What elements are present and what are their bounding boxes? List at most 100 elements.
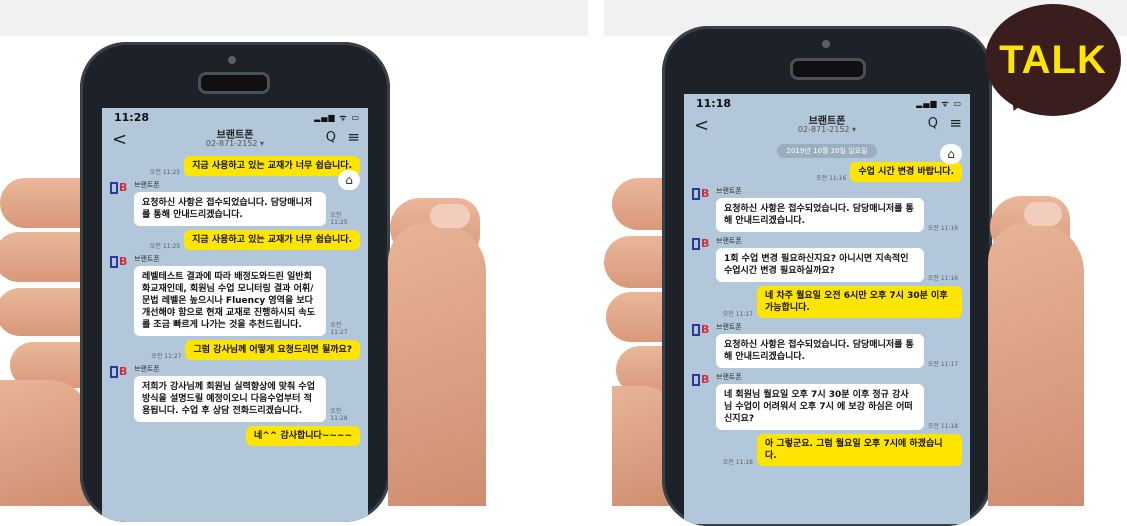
avatar-box-shape bbox=[692, 324, 700, 336]
received-message: B 브랜트폰레벨테스트 결과에 따라 배정도와드린 일반회화교재인데, 회원님 수… bbox=[110, 254, 360, 336]
received-message: B 브랜트폰요청하신 사항은 접수되었습니다. 담당매니저를 통해 안내드리겠습니… bbox=[692, 322, 962, 368]
avatar-letter-shape: B bbox=[701, 187, 710, 200]
status-icons: ▂▄▆ ᯤ ▭ bbox=[916, 98, 962, 108]
sent-message: 오전 11:17 네 차주 월요일 오전 6시만 오후 7시 30분 이후 가능합… bbox=[692, 286, 962, 318]
avatar-letter-shape: B bbox=[119, 181, 128, 194]
right-phone-speaker bbox=[790, 58, 866, 80]
sent-message: 네^^ 감사합니다~~~~ bbox=[110, 426, 360, 446]
sent-bubble[interactable]: 지금 사용하고 있는 교재가 너무 쉽습니다. bbox=[184, 230, 360, 250]
left-phone-camera bbox=[228, 56, 236, 64]
left-message-list: ⌂ 오전 11:25 지금 사용하고 있는 교재가 너무 쉽습니다. B 브랜트폰 요청… bbox=[102, 156, 368, 446]
logo-speech-tail bbox=[1004, 88, 1032, 116]
brand-avatar-icon[interactable]: B bbox=[110, 254, 130, 270]
left-phone-speaker bbox=[198, 72, 270, 94]
sent-bubble[interactable]: 그럼 강사님께 어떻게 요청드리면 될까요? bbox=[185, 340, 360, 360]
avatar-box-shape bbox=[110, 256, 118, 268]
message-body: 브랜트폰요청하신 사항은 접수되었습니다. 담당매니저를 통해 안내드리겠습니다… bbox=[134, 180, 360, 226]
message-line: 네 회원님 월요일 오후 7시 30분 이후 정규 강사님 수업이 어려워서 오… bbox=[716, 384, 962, 430]
received-bubble[interactable]: 1회 수업 변경 필요하신지요? 아니시면 지속적인 수업시간 변경 필요하실까… bbox=[716, 248, 924, 282]
right-thumb-nail bbox=[1024, 202, 1062, 226]
avatar-letter-shape: B bbox=[119, 255, 128, 268]
sender-name: 브랜트폰 bbox=[716, 373, 742, 381]
avatar-box-shape bbox=[692, 374, 700, 386]
avatar-letter-shape: B bbox=[119, 365, 128, 378]
message-line: 요청하신 사항은 접수되었습니다. 담당매니저를 통해 안내드리겠습니다. 오전 … bbox=[134, 192, 360, 226]
avatar-letter-shape: B bbox=[701, 237, 710, 250]
message-time: 오전 11:27 bbox=[330, 322, 348, 336]
message-time: 오전 11:16 bbox=[816, 175, 847, 182]
home-icon[interactable]: ⌂ bbox=[940, 144, 962, 164]
menu-icon[interactable]: ≡ bbox=[949, 114, 962, 132]
status-time: 11:28 bbox=[114, 110, 150, 124]
sender-name: 브랜트폰 bbox=[134, 365, 160, 373]
left-thumb-nail bbox=[430, 204, 470, 228]
right-message-list: 2019년 10월 20일 일요일 ⌂ 오전 11:16 수업 시간 변경 바랍니… bbox=[684, 144, 970, 466]
brand-avatar-icon[interactable]: B bbox=[692, 236, 712, 252]
right-nav-bar: < 브랜트폰 02-871-2152 ▾ Q ≡ bbox=[684, 112, 970, 142]
sent-bubble[interactable]: 아 그렇군요. 그럼 월요일 오후 7시에 하겠습니다. bbox=[757, 434, 962, 466]
brand-avatar-icon[interactable]: B bbox=[692, 372, 712, 388]
brand-avatar-icon[interactable]: B bbox=[692, 322, 712, 338]
message-body: 브랜트폰저희가 강사님께 회원님 실력향상에 맞춰 수업방식을 설명드릴 예정이… bbox=[134, 364, 360, 422]
message-time: 오전 11:28 bbox=[330, 408, 348, 422]
message-time: 오전 11:18 bbox=[927, 423, 959, 430]
sent-bubble[interactable]: 네 차주 월요일 오전 6시만 오후 7시 30분 이후 가능합니다. bbox=[757, 286, 962, 318]
search-icon[interactable]: Q bbox=[326, 130, 336, 145]
avatar-box-shape bbox=[692, 238, 700, 250]
received-bubble[interactable]: 네 회원님 월요일 오후 7시 30분 이후 정규 강사님 수업이 어려워서 오… bbox=[716, 384, 924, 430]
message-line: 1회 수업 변경 필요하신지요? 아니시면 지속적인 수업시간 변경 필요하실까… bbox=[716, 248, 962, 282]
avatar-box-shape bbox=[692, 188, 700, 200]
sent-message: 오전 11:25 지금 사용하고 있는 교재가 너무 쉽습니다. bbox=[110, 156, 360, 176]
right-status-bar: 11:18 ▂▄▆ ᯤ ▭ bbox=[684, 94, 970, 112]
sender-name: 브랜트폰 bbox=[134, 181, 160, 189]
received-message: B 브랜트폰 1회 수업 변경 필요하신지요? 아니시면 지속적인 수업시간 변경 … bbox=[692, 236, 962, 282]
sent-bubble[interactable]: 네^^ 감사합니다~~~~ bbox=[245, 426, 360, 446]
received-bubble[interactable]: 요청하신 사항은 접수되었습니다. 담당매니저를 통해 안내드리겠습니다. bbox=[134, 192, 327, 226]
sender-name: 브랜트폰 bbox=[716, 187, 742, 195]
message-body: 브랜트폰네 회원님 월요일 오후 7시 30분 이후 정규 강사님 수업이 어려… bbox=[716, 372, 962, 430]
message-time: 오전 11:17 bbox=[927, 361, 959, 368]
avatar-box-shape bbox=[110, 366, 118, 378]
brand-avatar-icon[interactable]: B bbox=[110, 180, 130, 196]
date-divider: 2019년 10월 20일 일요일 bbox=[777, 144, 877, 158]
received-bubble[interactable]: 요청하신 사항은 접수되었습니다. 담당매니저를 통해 안내드리겠습니다. bbox=[716, 334, 924, 368]
sent-bubble[interactable]: 지금 사용하고 있는 교재가 너무 쉽습니다. bbox=[184, 156, 360, 176]
received-bubble[interactable]: 저희가 강사님께 회원님 실력향상에 맞춰 수업방식을 설명드릴 예정이오니 다… bbox=[134, 376, 327, 422]
received-bubble[interactable]: 요청하신 사항은 접수되었습니다. 담당매니저를 통해 안내드리겠습니다. bbox=[716, 198, 924, 232]
search-icon[interactable]: Q bbox=[928, 116, 938, 131]
brand-avatar-icon[interactable]: B bbox=[692, 186, 712, 202]
logo-text: TALK bbox=[999, 38, 1107, 82]
message-time: 오전 11:25 bbox=[149, 169, 181, 176]
avatar-letter-shape: B bbox=[701, 323, 710, 336]
message-time: 오전 11:25 bbox=[149, 243, 181, 250]
sender-name: 브랜트폰 bbox=[716, 323, 742, 331]
message-line: 저희가 강사님께 회원님 실력향상에 맞춰 수업방식을 설명드릴 예정이오니 다… bbox=[134, 376, 360, 422]
sent-message: 오전 11:18 아 그렇군요. 그럼 월요일 오후 7시에 하겠습니다. bbox=[692, 434, 962, 466]
left-status-bar: 11:28 ▂▄▆ ᯤ ▭ bbox=[102, 108, 368, 126]
received-message: B 브랜트폰저희가 강사님께 회원님 실력향상에 맞춰 수업방식을 설명드릴 예정… bbox=[110, 364, 360, 422]
avatar-box-shape bbox=[110, 182, 118, 194]
status-icons: ▂▄▆ ᯤ ▭ bbox=[314, 112, 360, 122]
sender-name: 브랜트폰 bbox=[134, 255, 160, 263]
avatar-letter-shape: B bbox=[701, 373, 710, 386]
received-bubble[interactable]: 레벨테스트 결과에 따라 배정도와드린 일반회화교재인데, 회원님 수업 모니터… bbox=[134, 266, 327, 336]
sent-message: 오전 11:25 지금 사용하고 있는 교재가 너무 쉽습니다. bbox=[110, 230, 360, 250]
message-line: 레벨테스트 결과에 따라 배정도와드린 일반회화교재인데, 회원님 수업 모니터… bbox=[134, 266, 360, 336]
message-time: 오전 11:16 bbox=[927, 275, 959, 282]
left-nav-bar: < 브랜트폰 02-871-2152 ▾ Q ≡ bbox=[102, 126, 368, 156]
left-hand-palm bbox=[0, 380, 90, 506]
menu-icon[interactable]: ≡ bbox=[347, 128, 360, 146]
sent-message: 오전 11:27 그럼 강사님께 어떻게 요청드리면 될까요? bbox=[110, 340, 360, 360]
message-time: 오전 11:18 bbox=[722, 459, 753, 466]
message-body: 브랜트폰요청하신 사항은 접수되었습니다. 담당매니저를 통해 안내드리겠습니다… bbox=[716, 186, 962, 232]
sent-message: 오전 11:16 수업 시간 변경 바랍니다. bbox=[692, 162, 962, 182]
message-line: 요청하신 사항은 접수되었습니다. 담당매니저를 통해 안내드리겠습니다. 오전 … bbox=[716, 198, 962, 232]
kakaotalk-logo: TALK bbox=[985, 4, 1121, 116]
sent-bubble[interactable]: 수업 시간 변경 바랍니다. bbox=[850, 162, 962, 182]
top-band-gap bbox=[588, 0, 604, 36]
home-icon[interactable]: ⌂ bbox=[338, 170, 360, 190]
message-time: 오전 11:25 bbox=[330, 212, 348, 226]
right-phone-camera bbox=[822, 40, 830, 48]
right-phone: 11:18 ▂▄▆ ᯤ ▭ < 브랜트폰 02-871-2152 ▾ Q ≡ 2… bbox=[662, 26, 992, 526]
brand-avatar-icon[interactable]: B bbox=[110, 364, 130, 380]
